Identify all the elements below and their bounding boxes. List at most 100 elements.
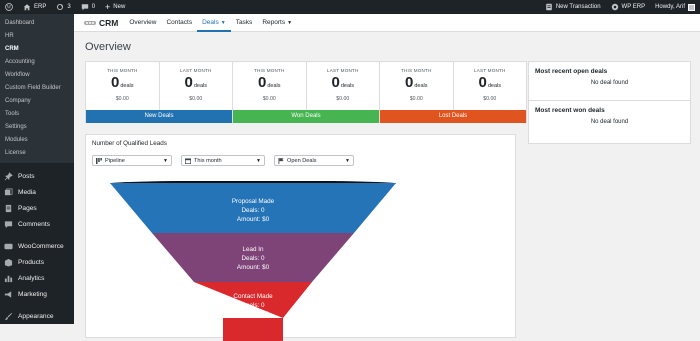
submenu-item-modules[interactable]: Modules bbox=[0, 134, 74, 147]
page-icon bbox=[5, 204, 12, 212]
stat-unit: deals bbox=[414, 83, 428, 89]
tab-deals[interactable]: Deals ▼ bbox=[197, 14, 231, 32]
menu-label: Analytics bbox=[18, 274, 45, 282]
stat-unit: deals bbox=[340, 83, 354, 89]
stat-label: THIS MONTH bbox=[400, 68, 432, 73]
wp-erp-link[interactable]: WP ERP bbox=[606, 0, 651, 14]
last-month-column: LAST MONTH 0deals $0.00 bbox=[305, 62, 380, 110]
stage-name: Contact Made bbox=[233, 293, 273, 300]
pipeline-select[interactable]: Pipeline ▼ bbox=[92, 155, 172, 166]
last-month-column: LAST MONTH 0deals $0.00 bbox=[452, 62, 527, 110]
empty-message: No deal found bbox=[590, 119, 629, 125]
won-deals-link[interactable]: Won Deals bbox=[233, 110, 379, 123]
calendar-icon bbox=[185, 157, 191, 164]
card-title: Most recent open deals bbox=[535, 68, 608, 75]
admin-sidebar: Dashboard HR CRM Accounting Workflow Cus… bbox=[0, 14, 74, 324]
home-icon bbox=[23, 4, 31, 11]
menu-item-posts[interactable]: Posts bbox=[0, 168, 74, 184]
updates-link[interactable]: 3 bbox=[51, 0, 75, 14]
new-deals-stat: THIS MONTH 0deals $0.00 LAST MONTH 0deal… bbox=[85, 61, 233, 123]
menu-item-marketing[interactable]: Marketing bbox=[0, 286, 74, 302]
submenu-item-crm[interactable]: CRM bbox=[0, 43, 74, 56]
menu-item-pages[interactable]: Pages bbox=[0, 200, 74, 216]
stage-amount: Amount: $0 bbox=[237, 311, 270, 318]
menu-label: Pages bbox=[18, 204, 37, 212]
updates-count: 3 bbox=[67, 4, 71, 10]
admin-menu: Posts Media Pages Comments WooCommerce P… bbox=[0, 163, 74, 324]
comment-icon bbox=[4, 220, 13, 228]
stat-count: 0 bbox=[405, 74, 414, 91]
leads-funnel-chart: Proposal Made Deals: 0 Amount: $0 Lead I… bbox=[110, 181, 396, 341]
new-label: New bbox=[113, 4, 126, 10]
stat-count: 0 bbox=[478, 74, 487, 91]
submenu-item-custom-field-builder[interactable]: Custom Field Builder bbox=[0, 82, 74, 95]
tab-reports[interactable]: Reports ▼ bbox=[257, 14, 297, 32]
my-account-link[interactable]: Howdy, Arif bbox=[650, 0, 700, 14]
erp-brand-icon bbox=[84, 20, 96, 25]
last-month-column: LAST MONTH 0deals $0.00 bbox=[158, 62, 233, 110]
new-content-link[interactable]: + New bbox=[100, 0, 130, 14]
brand-label: CRM bbox=[99, 17, 119, 28]
submenu-item-tools[interactable]: Tools bbox=[0, 108, 74, 121]
this-month-column: THIS MONTH 0deals $0.00 bbox=[380, 62, 453, 110]
lost-deals-link[interactable]: Lost Deals bbox=[380, 110, 526, 123]
megaphone-icon bbox=[4, 290, 12, 298]
stat-amount: $0.00 bbox=[409, 96, 423, 102]
stat-label: THIS MONTH bbox=[106, 68, 138, 73]
refresh-icon bbox=[57, 3, 64, 11]
flag-icon bbox=[278, 157, 284, 164]
menu-item-media[interactable]: Media bbox=[0, 184, 74, 200]
stat-amount: $0.00 bbox=[189, 96, 203, 102]
tab-contacts[interactable]: Contacts bbox=[161, 14, 197, 32]
menu-item-products[interactable]: Products bbox=[0, 254, 74, 270]
stage-amount: Amount: $0 bbox=[237, 216, 270, 223]
submenu-item-workflow[interactable]: Workflow bbox=[0, 69, 74, 82]
leads-filters: Pipeline ▼ This month ▼ Open Deals ▼ bbox=[92, 155, 354, 166]
stat-amount: $0.00 bbox=[483, 96, 497, 102]
menu-item-analytics[interactable]: Analytics bbox=[0, 270, 74, 286]
menu-item-comments[interactable]: Comments bbox=[0, 216, 74, 232]
stat-count: 0 bbox=[184, 74, 193, 91]
select-value: Open Deals bbox=[287, 157, 317, 164]
stat-label: LAST MONTH bbox=[326, 68, 359, 73]
tab-tasks[interactable]: Tasks bbox=[231, 14, 258, 32]
stage-deals: Deals: 0 bbox=[241, 207, 265, 214]
tab-reports-label: Reports bbox=[262, 18, 286, 26]
submenu-item-company[interactable]: Company bbox=[0, 95, 74, 108]
recent-open-deals-card: Most recent open deals No deal found bbox=[528, 61, 691, 105]
bar-chart-icon bbox=[4, 275, 13, 282]
stage-deals: Deals: 0 bbox=[241, 255, 265, 262]
stat-amount: $0.00 bbox=[262, 96, 276, 102]
wordpress-logo-link[interactable]: W bbox=[0, 0, 18, 14]
chevron-down-icon: ▼ bbox=[163, 157, 168, 164]
wp-erp-label: WP ERP bbox=[621, 4, 646, 10]
select-value: Pipeline bbox=[105, 157, 125, 164]
submenu-item-dashboard[interactable]: Dashboard bbox=[0, 17, 74, 30]
erp-submenu: Dashboard HR CRM Accounting Workflow Cus… bbox=[0, 14, 74, 163]
stat-count: 0 bbox=[111, 74, 120, 91]
this-month-column: THIS MONTH 0deals $0.00 bbox=[233, 62, 306, 110]
new-transaction-link[interactable]: New Transaction bbox=[540, 0, 606, 14]
site-name-link[interactable]: ERP bbox=[18, 0, 51, 14]
submenu-item-hr[interactable]: HR bbox=[0, 30, 74, 43]
woo-icon bbox=[4, 243, 13, 249]
new-deals-link[interactable]: New Deals bbox=[86, 110, 232, 123]
empty-message: No deal found bbox=[590, 80, 629, 86]
submenu-item-license[interactable]: License bbox=[0, 147, 74, 160]
menu-label: Comments bbox=[18, 220, 50, 228]
media-icon bbox=[4, 188, 13, 195]
admin-bar: W ERP 3 0 + New New Transaction WP ERP H… bbox=[0, 0, 700, 14]
comments-link[interactable]: 0 bbox=[76, 0, 100, 14]
avatar bbox=[688, 3, 695, 11]
lost-deals-stat: THIS MONTH 0deals $0.00 LAST MONTH 0deal… bbox=[379, 61, 527, 123]
submenu-item-settings[interactable]: Settings bbox=[0, 121, 74, 134]
submenu-item-accounting[interactable]: Accounting bbox=[0, 56, 74, 69]
comment-bubble-icon bbox=[81, 4, 88, 11]
stat-unit: deals bbox=[487, 83, 501, 89]
menu-item-woocommerce[interactable]: WooCommerce bbox=[0, 238, 74, 254]
deal-status-select[interactable]: Open Deals ▼ bbox=[274, 155, 354, 166]
tab-overview[interactable]: Overview bbox=[124, 14, 161, 32]
menu-item-appearance[interactable]: Appearance bbox=[0, 308, 74, 324]
erp-logo-icon bbox=[611, 3, 618, 11]
date-range-select[interactable]: This month ▼ bbox=[181, 155, 265, 166]
